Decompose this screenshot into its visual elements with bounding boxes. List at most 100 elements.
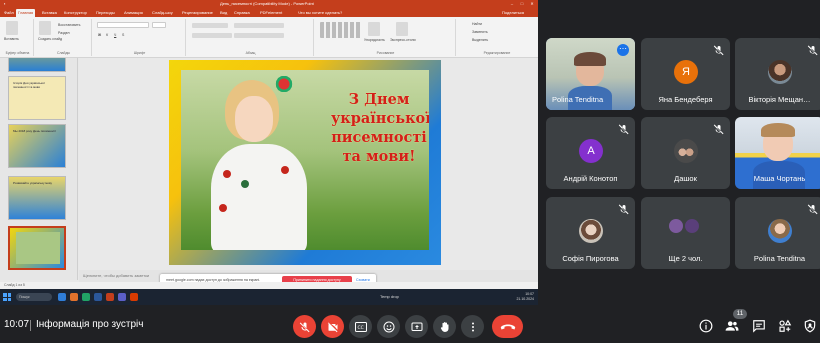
slide-thumbnail[interactable]	[8, 58, 66, 72]
participant-avatar	[579, 219, 603, 243]
tab-transitions[interactable]: Переходы	[94, 9, 117, 17]
layout-button[interactable]: Восстановить	[58, 23, 80, 27]
more-participants-label[interactable]: Ще 2 чол.	[641, 254, 730, 263]
weather-widget[interactable]: Temp drop	[380, 294, 399, 299]
word-icon[interactable]	[94, 293, 102, 301]
mic-toggle-button[interactable]	[293, 315, 316, 338]
slide-thumbnail[interactable]: Історія Дня української писемності та мо…	[8, 76, 66, 120]
new-slide-icon[interactable]	[39, 21, 51, 35]
shapes-gallery[interactable]	[320, 22, 362, 38]
slide-thumbnail[interactable]: Мы 2018 року День писемності	[8, 124, 66, 168]
arrange-label[interactable]: Упорядочить	[364, 38, 385, 42]
tab-pdfelement[interactable]: PDFelement	[258, 9, 284, 17]
mic-off-icon	[618, 202, 630, 215]
text-direction-button[interactable]	[234, 23, 284, 28]
save-icon[interactable]: ▪	[4, 0, 5, 8]
participant-tile[interactable]: А Андрій Конотоп	[546, 117, 635, 189]
tab-insert[interactable]: Вставка	[40, 9, 59, 17]
close-icon[interactable]: ✕	[528, 0, 536, 8]
font-size-select[interactable]	[152, 22, 166, 28]
participant-tile[interactable]: Маша Чортань	[735, 117, 820, 189]
participant-tile[interactable]: Софія Пирогова	[546, 197, 635, 269]
participant-tile[interactable]: Дашок	[641, 117, 730, 189]
share-button[interactable]: Поделиться	[500, 9, 526, 17]
participant-name: Маша Чортань	[753, 174, 806, 183]
tell-me-search[interactable]: Что вы хотите сделать?	[296, 9, 344, 17]
participant-name: Polina Tenditna	[552, 95, 604, 104]
minimize-icon[interactable]: –	[508, 0, 516, 8]
ribbon-tabs: Файл Главная Вставка Конструктор Переход…	[0, 8, 538, 17]
section-button[interactable]: Раздел	[58, 31, 70, 35]
tab-review[interactable]: Рецензирование	[180, 9, 215, 17]
participant-name: Андрій Конотоп	[563, 174, 618, 183]
excel-icon[interactable]	[82, 293, 90, 301]
raise-hand-button[interactable]	[433, 315, 456, 338]
find-button[interactable]: Найти	[472, 22, 482, 26]
captions-button[interactable]: CC	[349, 315, 372, 338]
chrome-icon[interactable]	[70, 293, 78, 301]
meeting-info-title[interactable]: Інформація про зустріч	[36, 319, 143, 330]
new-slide-label[interactable]: Создать слайд	[38, 37, 62, 41]
quick-styles-label[interactable]: Экспресс-стили	[390, 38, 416, 42]
italic-button[interactable]: К	[106, 33, 108, 37]
bullets-button[interactable]	[192, 23, 228, 28]
info-icon[interactable]	[699, 319, 713, 333]
present-screen-button[interactable]	[405, 315, 428, 338]
bold-button[interactable]: Ж	[98, 33, 101, 37]
maximize-icon[interactable]: □	[518, 0, 526, 8]
teams-icon[interactable]	[118, 293, 126, 301]
smartart-button[interactable]	[234, 33, 284, 38]
current-slide[interactable]: З Днем української писемності та мови!	[169, 60, 441, 265]
host-controls-icon[interactable]	[803, 319, 817, 333]
slide-thumbnails-pane[interactable]: Історія Дня української писемності та мо…	[0, 58, 78, 280]
app-icon[interactable]	[130, 293, 138, 301]
arrange-icon[interactable]	[368, 22, 380, 36]
participant-count-badge: 11	[733, 309, 747, 319]
leave-call-button[interactable]	[492, 315, 523, 338]
participant-avatar	[768, 60, 792, 84]
tab-view[interactable]: Вид	[218, 9, 229, 17]
file-explorer-icon[interactable]	[58, 293, 66, 301]
mic-off-icon	[807, 202, 819, 215]
participant-tile[interactable]: Ще 2 чол.	[641, 197, 730, 269]
participant-name: Дашок	[674, 174, 697, 183]
camera-toggle-button[interactable]	[321, 315, 344, 338]
more-options-button[interactable]	[461, 315, 484, 338]
participant-tile[interactable]: ⋯ Polina Tenditna	[546, 38, 635, 110]
hand-icon	[440, 321, 448, 332]
tab-slideshow[interactable]: Слайд-шоу	[150, 9, 175, 17]
powerpoint-icon[interactable]	[106, 293, 114, 301]
participant-avatar	[669, 219, 683, 233]
tab-file[interactable]: Файл	[2, 9, 16, 17]
activities-icon[interactable]	[778, 319, 792, 333]
tab-animations[interactable]: Анимация	[122, 9, 145, 17]
select-button[interactable]: Выделить	[472, 38, 488, 42]
paste-icon[interactable]	[6, 21, 18, 35]
meeting-clock: 10:07	[4, 319, 30, 330]
tab-help[interactable]: Справка	[232, 9, 252, 17]
system-tray-clock[interactable]: 10:07 21.10.2024	[516, 292, 534, 302]
windows-start-icon[interactable]	[3, 293, 11, 301]
participant-tile[interactable]: Polina Tenditna	[735, 197, 820, 269]
participant-tile[interactable]: Вікторія Мещан…	[735, 38, 820, 110]
underline-button[interactable]: Ч	[114, 33, 116, 37]
font-family-select[interactable]	[97, 22, 149, 28]
drawing-group: Упорядочить Экспресс-стили Рисование	[316, 19, 456, 56]
taskbar-search[interactable]: Пошук	[16, 293, 52, 301]
chat-icon[interactable]	[752, 319, 766, 333]
strikethrough-button[interactable]: S	[122, 33, 124, 37]
people-icon[interactable]	[725, 319, 739, 333]
participant-avatar	[674, 139, 698, 163]
reactions-button[interactable]	[377, 315, 400, 338]
quick-styles-icon[interactable]	[396, 22, 408, 36]
participant-avatar: А	[579, 139, 603, 163]
tab-home[interactable]: Главная	[16, 9, 36, 17]
participant-tile[interactable]: Я Яна Бендеберя	[641, 38, 730, 110]
slide-thumbnail[interactable]: Розвивайте українську мову	[8, 176, 66, 220]
tab-design[interactable]: Конструктор	[62, 9, 89, 17]
replace-button[interactable]: Заменить	[472, 30, 488, 34]
align-buttons[interactable]	[192, 33, 232, 38]
slide-thumbnail-selected[interactable]	[8, 226, 66, 270]
slide-editing-area[interactable]: З Днем української писемності та мови!	[79, 58, 538, 270]
more-options-icon[interactable]: ⋯	[617, 44, 629, 56]
